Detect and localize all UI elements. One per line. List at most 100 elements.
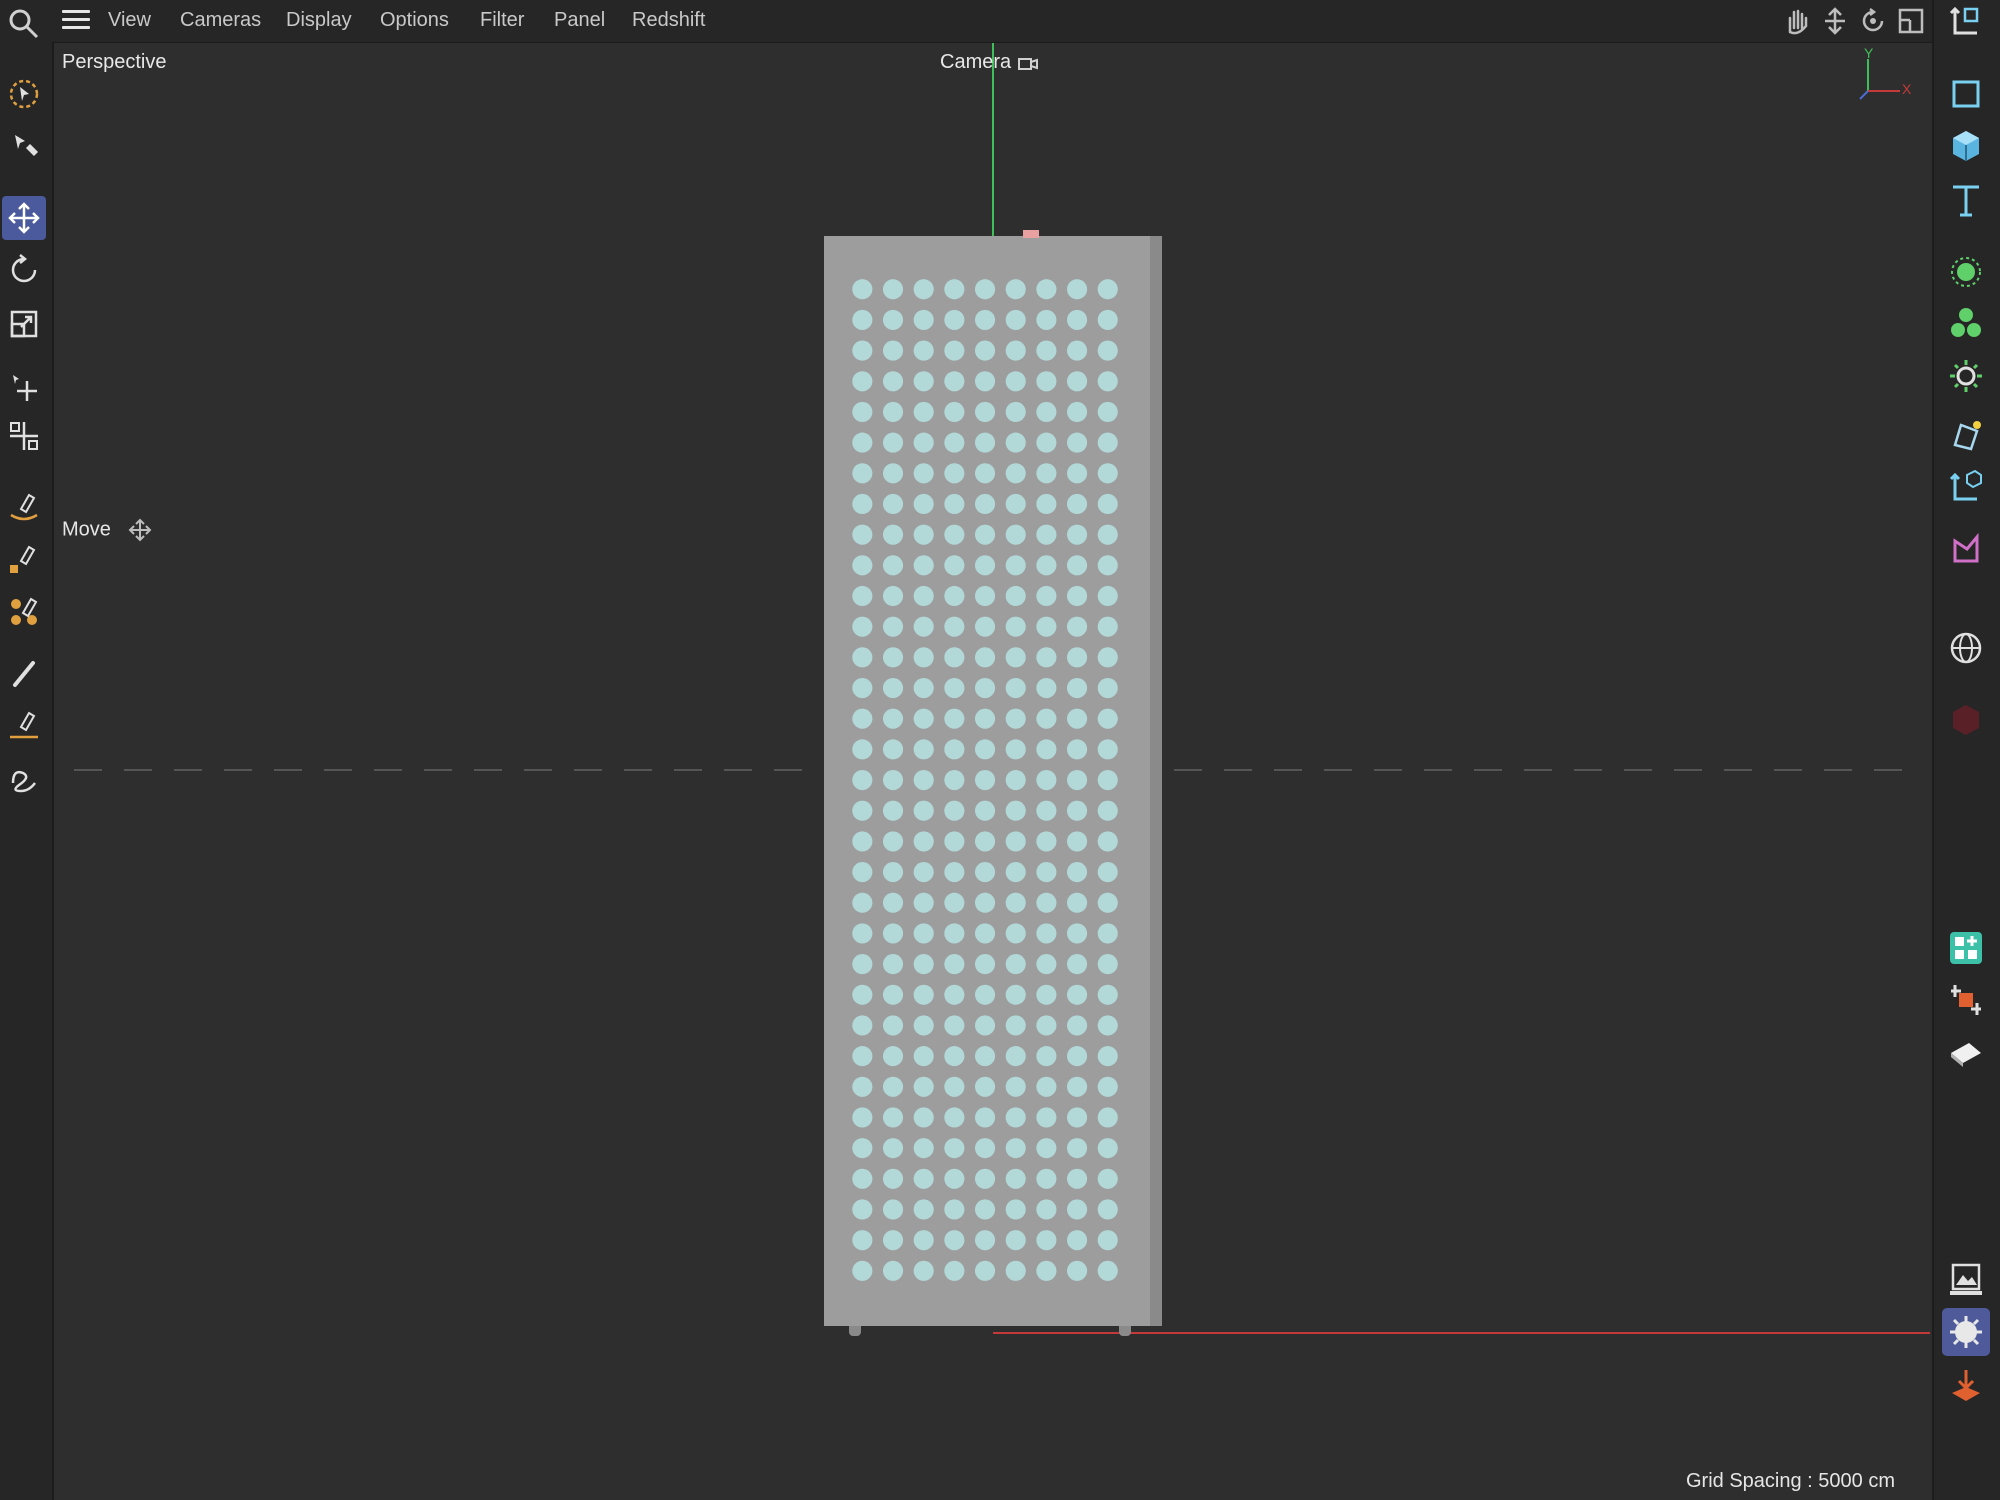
camera-label-text: Camera	[940, 51, 1012, 73]
perforation-hole	[1036, 616, 1057, 637]
perforation-hole	[1067, 585, 1088, 607]
perforation-hole	[1036, 1138, 1057, 1159]
perforation-hole	[913, 1230, 934, 1251]
perforation-hole	[944, 769, 965, 791]
perforation-hole	[974, 1138, 996, 1159]
multi-transfer-icon[interactable]	[2, 414, 46, 458]
rotate-icon[interactable]	[2, 248, 46, 292]
perforated-panel-object[interactable]	[824, 236, 1162, 1326]
pan-hand-icon[interactable]	[1782, 6, 1812, 36]
spline-sketch-icon[interactable]	[2, 536, 46, 580]
panel-foot-left	[849, 1326, 861, 1336]
perforation-hole	[944, 371, 965, 392]
scale-icon[interactable]	[2, 302, 46, 346]
axis-x-label: X	[1902, 81, 1912, 97]
cube-icon-outline[interactable]	[1942, 70, 1990, 118]
cube-icon[interactable]	[1942, 122, 1990, 170]
perforation-hole	[913, 585, 934, 607]
orbit-icon[interactable]	[1858, 6, 1888, 36]
move-small-icon	[129, 518, 152, 542]
move-icon[interactable]	[2, 196, 46, 240]
menu-cameras[interactable]: Cameras	[180, 9, 261, 32]
perforation-hole	[852, 309, 873, 330]
lasso-spline-icon[interactable]	[2, 758, 46, 802]
perforation-hole	[1005, 1230, 1026, 1251]
plane-icon[interactable]	[1942, 1030, 1990, 1078]
perforation-hole	[852, 647, 873, 668]
perforation-hole	[852, 892, 873, 913]
perforation-hole	[1067, 1260, 1088, 1281]
perforation-hole	[1036, 923, 1057, 944]
perforation-hole	[1067, 739, 1088, 760]
object-axis-handle[interactable]	[1023, 230, 1039, 238]
field-icon[interactable]	[1942, 412, 1990, 460]
perforation-hole	[882, 892, 904, 913]
perforation-hole	[913, 923, 934, 944]
perforation-hole	[1067, 831, 1088, 852]
asset-browser-icon[interactable]	[1942, 924, 1990, 972]
perforation-hole	[913, 1138, 934, 1159]
perforation-hole	[882, 923, 904, 944]
deformer-icon[interactable]	[1942, 352, 1990, 400]
perforation-hole	[852, 708, 873, 729]
menu-panel[interactable]: Panel	[554, 9, 605, 32]
perforation-hole	[1067, 1230, 1088, 1251]
scene-nodes-icon[interactable]	[1942, 976, 1990, 1024]
dolly-arrows-icon[interactable]	[1820, 6, 1850, 36]
spline-smooth-icon[interactable]	[2, 590, 46, 634]
selection-tools-icon[interactable]	[2, 122, 46, 166]
perforation-hole	[1067, 862, 1088, 883]
perforation-hole	[974, 800, 996, 821]
perforation-hole	[913, 677, 934, 699]
perforation-hole	[1005, 1015, 1026, 1036]
perforation-hole	[882, 708, 904, 729]
perforation-hole	[852, 862, 873, 883]
perforation-hole	[852, 1230, 873, 1251]
camera-label[interactable]: Camera	[940, 51, 1039, 74]
redshift-material-icon[interactable]	[1942, 696, 1990, 744]
spline-pen-icon[interactable]	[2, 484, 46, 528]
perforation-hole	[1005, 401, 1026, 423]
perforation-hole	[974, 954, 996, 975]
menu-bar: View Cameras Display Options Filter Pane…	[0, 0, 2000, 43]
hamburger-menu-icon[interactable]	[62, 10, 90, 32]
brush-icon[interactable]	[2, 652, 46, 696]
perforation-hole	[913, 1076, 934, 1097]
menu-display[interactable]: Display	[286, 9, 352, 32]
menu-view[interactable]: View	[108, 9, 151, 32]
sky-icon[interactable]	[1942, 624, 1990, 672]
perforation-hole	[974, 401, 996, 423]
perforation-hole	[1067, 463, 1088, 484]
perforation-hole	[1097, 1168, 1118, 1189]
perforation-hole	[1036, 340, 1057, 361]
perforation-hole	[913, 279, 934, 300]
menu-filter[interactable]: Filter	[480, 9, 524, 32]
perforation-hole	[1036, 309, 1057, 330]
picture-viewer-icon[interactable]	[1942, 1256, 1990, 1304]
cloner-icon[interactable]	[1942, 300, 1990, 348]
perforation-hole	[1097, 831, 1118, 852]
perforation-hole	[882, 1168, 904, 1189]
menu-options[interactable]: Options	[380, 9, 449, 32]
render-export-icon[interactable]	[1942, 1362, 1990, 1410]
perforation-hole	[1067, 616, 1088, 637]
view-name-label[interactable]: Perspective	[62, 51, 167, 74]
motion-icon[interactable]	[1942, 526, 1990, 574]
perforation-hole	[1097, 401, 1118, 423]
live-selection-icon[interactable]	[2, 72, 46, 116]
perforation-hole	[1097, 800, 1118, 821]
search-icon[interactable]	[6, 6, 40, 40]
coordinate-icon[interactable]	[1942, 464, 1990, 512]
render-settings-icon[interactable]	[1942, 1308, 1990, 1356]
transfer-icon[interactable]	[2, 364, 46, 408]
perforation-hole	[882, 401, 904, 423]
generator-icon[interactable]	[1942, 248, 1990, 296]
model-mode-icon[interactable]	[1942, 0, 1990, 46]
text-icon[interactable]	[1942, 176, 1990, 224]
grid-spacing-readout: Grid Spacing : 5000 cm	[1686, 1470, 1895, 1492]
menu-redshift[interactable]: Redshift	[632, 9, 705, 32]
perforation-hole	[1067, 1015, 1088, 1036]
perforation-hole	[974, 340, 996, 361]
maximize-view-icon[interactable]	[1896, 6, 1926, 36]
spline-draw-icon[interactable]	[2, 702, 46, 746]
